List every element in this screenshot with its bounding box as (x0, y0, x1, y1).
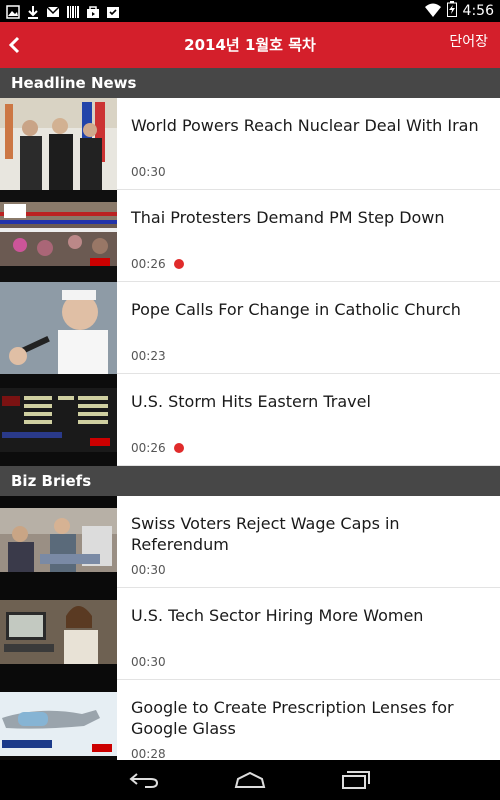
list-item-body: Pope Calls For Change in Catholic Church… (117, 282, 500, 373)
system-nav-bar (0, 760, 500, 800)
shopping-bag-icon (86, 4, 100, 18)
clock: 4:56 (462, 3, 494, 19)
vocabulary-button[interactable]: 단어장 (449, 31, 488, 51)
status-bar: 4:56 (0, 0, 500, 22)
image-icon (6, 4, 20, 19)
list-item[interactable]: Google to Create Prescription Lenses for… (0, 680, 500, 760)
back-icon (129, 773, 159, 788)
duration: 00:28 (131, 747, 166, 760)
list-item-body: U.S. Storm Hits Eastern Travel 00:26 (117, 374, 500, 465)
recent-apps-icon (342, 771, 370, 789)
item-meta: 00:23 (131, 349, 166, 363)
duration: 00:30 (131, 563, 166, 577)
wifi-icon (424, 2, 441, 21)
video-thumbnail (0, 190, 117, 282)
list-item-body: World Powers Reach Nuclear Deal With Ira… (117, 98, 500, 189)
section-header-biz-briefs: Biz Briefs (0, 466, 500, 496)
list-item[interactable]: Pope Calls For Change in Catholic Church… (0, 282, 500, 374)
item-meta: 00:26 (131, 257, 184, 271)
item-title: U.S. Tech Sector Hiring More Women (131, 606, 424, 625)
new-indicator-dot (173, 259, 184, 269)
battery-charging-icon (446, 1, 457, 21)
system-icons: 4:56 (424, 1, 494, 21)
list-item-body: Swiss Voters Reject Wage Caps in Referen… (117, 496, 500, 587)
duration: 00:26 (131, 441, 166, 455)
nav-home-button[interactable] (220, 766, 280, 794)
item-meta: 00:28 (131, 747, 166, 760)
nav-back-button[interactable] (114, 766, 174, 794)
duration: 00:30 (131, 165, 166, 179)
video-thumbnail (0, 588, 117, 680)
gmail-icon (46, 4, 60, 18)
item-meta: 00:26 (131, 441, 184, 455)
notification-icons (6, 3, 120, 19)
duration: 00:30 (131, 655, 166, 669)
new-indicator-dot (173, 443, 184, 453)
episode-list[interactable]: Headline News World Powers Reach Nuclear… (0, 68, 500, 760)
list-item-body: U.S. Tech Sector Hiring More Women 00:30 (117, 588, 500, 679)
video-thumbnail (0, 98, 117, 190)
video-thumbnail (0, 680, 117, 760)
list-item[interactable]: Thai Protesters Demand PM Step Down 00:2… (0, 190, 500, 282)
clipboard-check-icon (106, 4, 120, 18)
list-item-body: Thai Protesters Demand PM Step Down 00:2… (117, 190, 500, 281)
page-title: 2014년 1월호 목차 (184, 36, 316, 54)
video-thumbnail (0, 496, 117, 588)
chevron-left-icon (8, 36, 20, 54)
section-header-headline-news: Headline News (0, 68, 500, 98)
download-icon (26, 4, 40, 19)
item-meta: 00:30 (131, 165, 166, 179)
duration: 00:26 (131, 257, 166, 271)
video-thumbnail (0, 374, 117, 466)
item-title: World Powers Reach Nuclear Deal With Ira… (131, 116, 479, 135)
back-button[interactable] (0, 22, 28, 68)
list-item[interactable]: U.S. Tech Sector Hiring More Women 00:30 (0, 588, 500, 680)
list-item-body: Google to Create Prescription Lenses for… (117, 680, 500, 760)
item-title: U.S. Storm Hits Eastern Travel (131, 392, 371, 411)
app-bar: 2014년 1월호 목차 단어장 (0, 22, 500, 68)
video-thumbnail (0, 282, 117, 374)
list-item[interactable]: Swiss Voters Reject Wage Caps in Referen… (0, 496, 500, 588)
item-title: Swiss Voters Reject Wage Caps in Referen… (131, 514, 400, 554)
item-title: Thai Protesters Demand PM Step Down (131, 208, 445, 227)
home-icon (234, 771, 266, 788)
list-item[interactable]: World Powers Reach Nuclear Deal With Ira… (0, 98, 500, 190)
nav-recent-apps-button[interactable] (326, 766, 386, 794)
item-meta: 00:30 (131, 563, 166, 577)
list-item[interactable]: U.S. Storm Hits Eastern Travel 00:26 (0, 374, 500, 466)
duration: 00:23 (131, 349, 166, 363)
item-title: Google to Create Prescription Lenses for… (131, 698, 454, 738)
item-title: Pope Calls For Change in Catholic Church (131, 300, 461, 319)
barcode-icon (66, 4, 80, 18)
item-meta: 00:30 (131, 655, 166, 669)
